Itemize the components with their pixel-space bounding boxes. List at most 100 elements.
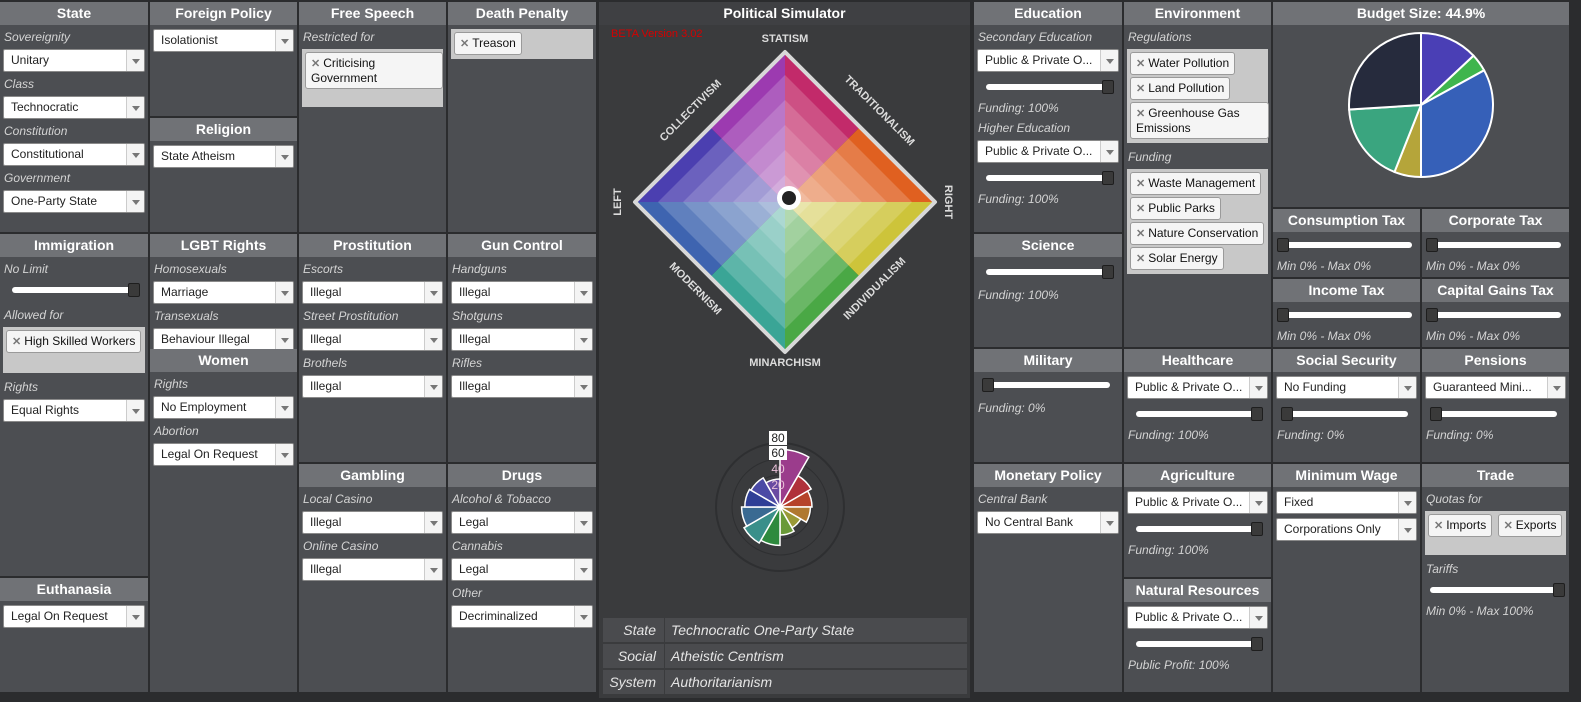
chevron-down-icon[interactable] [126,50,144,71]
chevron-down-icon[interactable] [126,97,144,118]
tag-treason[interactable]: ✕ Treason [454,32,522,55]
chevron-down-icon[interactable] [1398,519,1416,540]
remove-icon[interactable]: ✕ [1136,253,1145,265]
position-marker[interactable] [782,191,796,205]
local-casino-select[interactable]: Illegal [302,511,443,534]
slider-knob[interactable] [1426,238,1438,252]
science-slider[interactable] [982,265,1114,279]
brothels-select[interactable]: Illegal [302,375,443,398]
chevron-down-icon[interactable] [574,606,592,627]
alcohol-select[interactable]: Legal [451,511,593,534]
chevron-down-icon[interactable] [1249,607,1267,628]
tag-public-parks[interactable]: ✕ Public Parks [1130,197,1221,220]
slider-knob[interactable] [1430,407,1442,421]
immigration-slider[interactable] [8,283,140,297]
tariffs-slider[interactable] [1426,583,1565,597]
slider-knob[interactable] [1102,171,1114,185]
pensions-select[interactable]: Guaranteed Mini... [1425,376,1566,399]
chevron-down-icon[interactable] [424,282,442,303]
military-slider[interactable] [982,378,1114,392]
slider-knob[interactable] [1251,407,1263,421]
tag-solar-energy[interactable]: ✕ Solar Energy [1130,247,1224,270]
chevron-down-icon[interactable] [424,512,442,533]
social-security-select[interactable]: No Funding [1276,376,1417,399]
income-tax-slider[interactable] [1277,308,1416,322]
central-bank-select[interactable]: No Central Bank [977,511,1119,534]
slider-knob[interactable] [1553,583,1565,597]
transexuals-select[interactable]: Behaviour Illegal [153,328,294,349]
other-drugs-select[interactable]: Decriminalized [451,605,593,628]
slider-knob[interactable] [1251,522,1263,536]
chevron-down-icon[interactable] [424,329,442,350]
constitution-select[interactable]: Constitutional [3,143,145,166]
remove-icon[interactable]: ✕ [1136,83,1145,95]
remove-icon[interactable]: ✕ [1136,228,1145,240]
secondary-slider[interactable] [982,80,1114,94]
agriculture-select[interactable]: Public & Private O... [1127,491,1268,514]
chevron-down-icon[interactable] [126,606,144,627]
chevron-down-icon[interactable] [126,144,144,165]
homosexuals-select[interactable]: Marriage [153,281,294,304]
agriculture-slider[interactable] [1132,522,1263,536]
tag-land-pollution[interactable]: ✕ Land Pollution [1130,77,1231,100]
corporate-tax-slider[interactable] [1426,238,1565,252]
abortion-select[interactable]: Legal On Request [153,443,294,466]
religion-select[interactable]: State Atheism [153,145,294,168]
chevron-down-icon[interactable] [275,146,293,167]
chevron-down-icon[interactable] [574,559,592,580]
chevron-down-icon[interactable] [574,282,592,303]
chevron-down-icon[interactable] [275,444,293,465]
tag-imports[interactable]: ✕ Imports [1428,514,1493,537]
natural-resources-select[interactable]: Public & Private O... [1127,606,1268,629]
escorts-select[interactable]: Illegal [302,281,443,304]
healthcare-slider[interactable] [1132,407,1263,421]
consumption-tax-slider[interactable] [1277,238,1416,252]
slider-knob[interactable] [982,378,994,392]
higher-slider[interactable] [982,171,1114,185]
chevron-down-icon[interactable] [1547,377,1565,398]
higher-select[interactable]: Public & Private O... [977,140,1119,163]
capital-gains-tax-slider[interactable] [1426,308,1565,322]
street-select[interactable]: Illegal [302,328,443,351]
remove-icon[interactable]: ✕ [1136,203,1145,215]
online-casino-select[interactable]: Illegal [302,558,443,581]
secondary-select[interactable]: Public & Private O... [977,49,1119,72]
class-select[interactable]: Technocratic [3,96,145,119]
slider-knob[interactable] [1251,637,1263,651]
chevron-down-icon[interactable] [126,191,144,212]
death-penalty-tags[interactable]: ✕ Treason [451,29,593,59]
slider-knob[interactable] [1277,308,1289,322]
chevron-down-icon[interactable] [574,512,592,533]
handguns-select[interactable]: Illegal [451,281,593,304]
chevron-down-icon[interactable] [1249,377,1267,398]
tag-greenhouse-gas[interactable]: ✕ Greenhouse Gas Emissions [1130,102,1269,139]
healthcare-select[interactable]: Public & Private O... [1127,376,1268,399]
slider-knob[interactable] [1426,308,1438,322]
tag-nature-conservation[interactable]: ✕ Nature Conservation [1130,222,1265,245]
minimum-wage-type-select[interactable]: Fixed [1276,491,1417,514]
chevron-down-icon[interactable] [574,376,592,397]
chevron-down-icon[interactable] [275,282,293,303]
chevron-down-icon[interactable] [1249,492,1267,513]
slider-knob[interactable] [1281,407,1293,421]
tag-high-skilled-workers[interactable]: ✕ High Skilled Workers [6,330,142,353]
natural-resources-slider[interactable] [1132,637,1263,651]
chevron-down-icon[interactable] [1100,141,1118,162]
immigration-rights-select[interactable]: Equal Rights [3,399,145,422]
slider-knob[interactable] [1102,265,1114,279]
remove-icon[interactable]: ✕ [1136,108,1145,120]
remove-icon[interactable]: ✕ [1434,520,1443,532]
chevron-down-icon[interactable] [275,329,293,349]
chevron-down-icon[interactable] [424,559,442,580]
chevron-down-icon[interactable] [126,400,144,421]
slider-knob[interactable] [1102,80,1114,94]
cannabis-select[interactable]: Legal [451,558,593,581]
env-funding-tags[interactable]: ✕ Waste Management ✕ Public Parks ✕ Nature … [1127,169,1268,274]
remove-icon[interactable]: ✕ [311,58,320,70]
chevron-down-icon[interactable] [1100,512,1118,533]
regulations-tags[interactable]: ✕ Water Pollution ✕ Land Pollution ✕ Greenh… [1127,49,1269,143]
pie-slice-5[interactable] [1348,31,1422,111]
chevron-down-icon[interactable] [424,376,442,397]
minimum-wage-scope-select[interactable]: Corporations Only [1276,518,1417,541]
government-select[interactable]: One-Party State [3,190,145,213]
